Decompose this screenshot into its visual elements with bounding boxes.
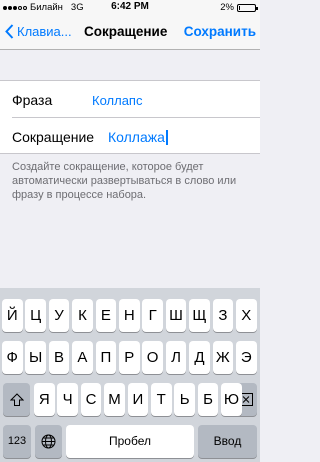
page-title: Сокращение	[84, 24, 168, 39]
status-right: 2%	[220, 2, 258, 13]
key-П[interactable]: П	[95, 341, 117, 374]
key-Й[interactable]: Й	[2, 299, 23, 332]
key-К[interactable]: К	[72, 299, 93, 332]
shortcut-label: Сокращение	[12, 129, 95, 145]
key-Ы[interactable]: Ы	[25, 341, 46, 374]
key-Ю[interactable]: Ю	[221, 383, 242, 416]
key-Щ[interactable]: Щ	[189, 299, 210, 332]
battery-percent: 2%	[220, 2, 234, 13]
key-И[interactable]: И	[127, 383, 149, 416]
key-Н[interactable]: Н	[119, 299, 140, 332]
status-bar: Билайн 3G 6:42 PM 2%	[0, 0, 260, 14]
globe-key[interactable]	[35, 425, 62, 458]
space-key[interactable]: Пробел	[66, 425, 194, 458]
key-В[interactable]: В	[48, 341, 70, 374]
key-Е[interactable]: Е	[95, 299, 117, 332]
key-Ш[interactable]: Ш	[165, 299, 187, 332]
key-Ф[interactable]: Ф	[2, 341, 23, 374]
phrase-label: Фраза	[12, 92, 53, 108]
battery-icon	[237, 3, 258, 12]
key-Я[interactable]: Я	[34, 383, 55, 416]
text-cursor	[165, 130, 168, 145]
shortcut-field[interactable]: Коллажа	[108, 129, 168, 145]
key-Р[interactable]: Р	[119, 341, 140, 374]
key-Ц[interactable]: Ц	[25, 299, 46, 332]
key-Ж[interactable]: Ж	[212, 341, 234, 374]
key-Д[interactable]: Д	[189, 341, 210, 374]
phrase-field[interactable]: Коллапс	[92, 93, 142, 108]
key-С[interactable]: С	[80, 383, 102, 416]
back-button[interactable]: Клавиа...	[5, 24, 72, 39]
numbers-key[interactable]: 123	[3, 425, 31, 458]
key-О[interactable]: О	[142, 341, 163, 374]
save-button[interactable]: Сохранить	[184, 24, 256, 39]
globe-icon	[41, 434, 56, 449]
key-А[interactable]: А	[72, 341, 93, 374]
back-button-label: Клавиа...	[17, 24, 72, 39]
keyboard: ЙЦУКЕНГШЩЗХ ФЫВАПРОЛДЖЭ ЯЧСМИТЬБЮ 123 Пр…	[0, 288, 260, 462]
key-М[interactable]: М	[104, 383, 125, 416]
shortcut-row[interactable]: Сокращение Коллажа	[0, 118, 260, 154]
shortcut-form: Фраза Коллапс Сокращение Коллажа	[0, 80, 260, 154]
shift-icon	[9, 393, 24, 406]
chevron-left-icon	[5, 24, 14, 39]
key-Ч[interactable]: Ч	[57, 383, 78, 416]
key-З[interactable]: З	[212, 299, 234, 332]
key-Т[interactable]: Т	[151, 383, 172, 416]
key-Ь[interactable]: Ь	[174, 383, 195, 416]
return-key[interactable]: Ввод	[198, 425, 257, 458]
navigation-bar: Клавиа... Сокращение Сохранить	[0, 14, 260, 50]
shortcut-field-text: Коллажа	[108, 129, 165, 145]
key-Э[interactable]: Э	[236, 341, 257, 374]
key-Г[interactable]: Г	[142, 299, 163, 332]
key-Л[interactable]: Л	[165, 341, 187, 374]
key-Х[interactable]: Х	[236, 299, 257, 332]
shift-key[interactable]	[3, 383, 30, 416]
phrase-row[interactable]: Фраза Коллапс	[0, 81, 260, 117]
shortcut-help-text: Создайте сокращение, которое будет автом…	[12, 161, 237, 201]
key-Б[interactable]: Б	[197, 383, 219, 416]
key-У[interactable]: У	[48, 299, 70, 332]
